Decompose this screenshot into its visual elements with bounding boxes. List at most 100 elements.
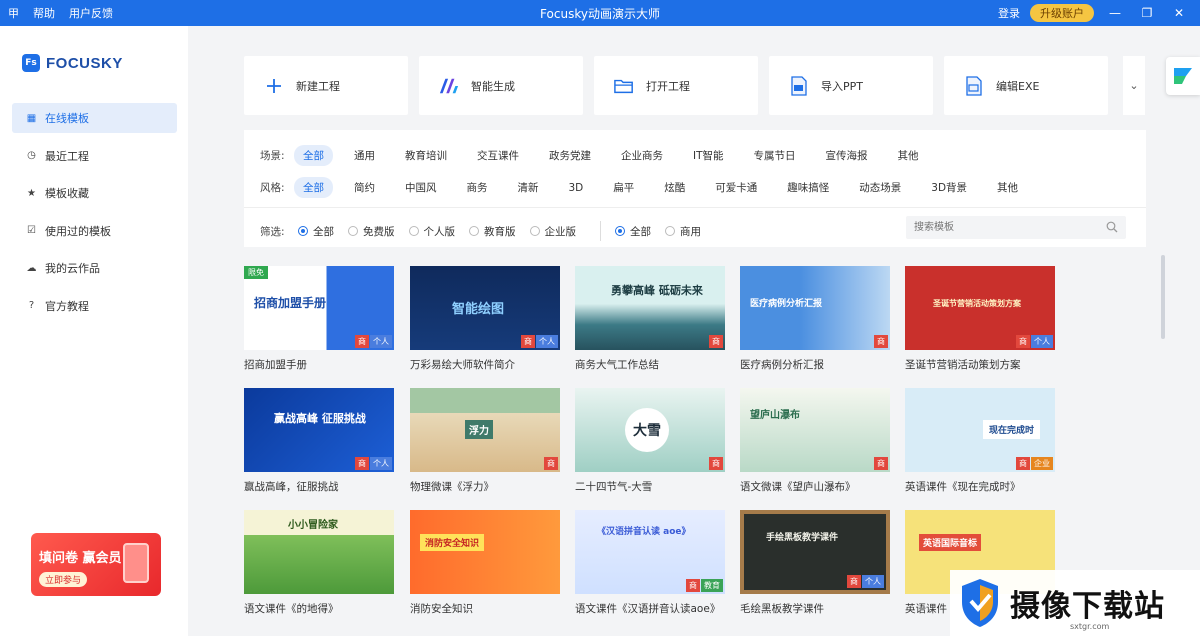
- template-thumbnail[interactable]: 现在完成时 商企业: [905, 388, 1055, 472]
- promo-cta-button[interactable]: 立即参与: [39, 572, 88, 587]
- scene-chip-poster[interactable]: 宣传海报: [817, 145, 877, 166]
- template-card[interactable]: 手绘黑板教学课件 商个人 毛绘黑板教学课件: [740, 510, 890, 616]
- style-chip-3d-bg[interactable]: 3D背景: [922, 177, 976, 198]
- vertical-scrollbar[interactable]: [1161, 255, 1165, 339]
- commercial-badge: 商: [847, 575, 861, 588]
- style-chip-3d[interactable]: 3D: [560, 179, 593, 197]
- badge-group: 商教育: [686, 579, 723, 592]
- sidebar-item-used-templates[interactable]: ☑ 使用过的模板: [12, 216, 177, 246]
- radio-checked-icon: [615, 226, 625, 236]
- template-thumbnail[interactable]: 圣诞节营销活动策划方案 商个人: [905, 266, 1055, 350]
- thumbnail-title: 消防安全知识: [420, 534, 485, 551]
- edition-radio-personal[interactable]: 个人版: [408, 224, 455, 239]
- style-chip-chinese[interactable]: 中国风: [396, 177, 446, 198]
- login-link[interactable]: 登录: [998, 5, 1020, 21]
- template-thumbnail[interactable]: 勇攀高峰 砥砺未来 商: [575, 266, 725, 350]
- template-thumbnail[interactable]: 手绘黑板教学课件 商个人: [740, 510, 890, 594]
- badge-group: 商个人: [847, 575, 884, 588]
- radio-label: 免费版: [363, 225, 395, 238]
- help-menu[interactable]: 帮助: [33, 5, 55, 21]
- scene-chip-all[interactable]: 全部: [294, 145, 333, 166]
- import-ppt-button[interactable]: 导入PPT: [769, 56, 933, 115]
- scene-chip-education[interactable]: 教育培训: [396, 145, 456, 166]
- template-card[interactable]: 《汉语拼音认读 aoe》 商教育 语文课件《汉语拼音认读aoe》: [575, 510, 725, 616]
- badge-group: 商: [544, 457, 558, 470]
- style-chip-cartoon[interactable]: 可爱卡通: [706, 177, 766, 198]
- survey-promo-banner[interactable]: 填问卷 赢会员 立即参与: [31, 533, 161, 596]
- search-input[interactable]: [906, 216, 1126, 239]
- template-caption: 二十四节气-大雪: [575, 481, 653, 493]
- scene-chip-other[interactable]: 其他: [889, 145, 928, 166]
- template-caption: 商务大气工作总结: [575, 359, 659, 371]
- thumbnail-title: 大雪: [625, 408, 669, 452]
- search-icon[interactable]: [1106, 221, 1118, 233]
- close-icon[interactable]: ✕: [1168, 6, 1190, 20]
- template-thumbnail[interactable]: 大雪 商: [575, 388, 725, 472]
- template-card[interactable]: 勇攀高峰 砥砺未来 商 商务大气工作总结: [575, 266, 725, 372]
- template-thumbnail[interactable]: 浮力 商: [410, 388, 560, 472]
- feedback-menu[interactable]: 用户反馈: [69, 5, 113, 21]
- style-chip-funny[interactable]: 趣味搞怪: [778, 177, 838, 198]
- template-thumbnail[interactable]: 消防安全知识: [410, 510, 560, 594]
- minimize-icon[interactable]: —: [1104, 6, 1126, 20]
- template-thumbnail[interactable]: 望庐山瀑布 商: [740, 388, 890, 472]
- template-thumbnail[interactable]: 医疗病例分析汇报 商: [740, 266, 890, 350]
- template-card[interactable]: 现在完成时 商企业 英语课件《现在完成时》: [905, 388, 1055, 494]
- template-card[interactable]: 消防安全知识 消防安全知识: [410, 510, 560, 616]
- upgrade-button[interactable]: 升级账户: [1030, 4, 1094, 22]
- sidebar-item-tutorials[interactable]: ? 官方教程: [12, 291, 177, 321]
- style-chip-cool[interactable]: 炫酷: [655, 177, 694, 198]
- sidebar-item-recent-projects[interactable]: ◷ 最近工程: [12, 141, 177, 171]
- edition-radio-enterprise[interactable]: 企业版: [529, 224, 576, 239]
- side-float-button[interactable]: [1166, 57, 1200, 95]
- edit-exe-button[interactable]: 编辑EXE: [944, 56, 1108, 115]
- template-caption: 招商加盟手册: [244, 359, 307, 371]
- scene-chip-general[interactable]: 通用: [345, 145, 384, 166]
- ai-generate-button[interactable]: 智能生成: [419, 56, 583, 115]
- edition-radio-all[interactable]: 全部: [298, 224, 334, 239]
- scene-chip-government[interactable]: 政务党建: [540, 145, 600, 166]
- restore-icon[interactable]: ❐: [1136, 6, 1158, 20]
- template-thumbnail[interactable]: 智能绘图 商个人: [410, 266, 560, 350]
- sidebar-item-online-templates[interactable]: ▦ 在线模板: [12, 103, 177, 133]
- scene-chip-interactive[interactable]: 交互课件: [468, 145, 528, 166]
- template-card[interactable]: 小小冒险家 语文课件《的地得》: [244, 510, 394, 616]
- radio-icon: [408, 226, 419, 236]
- template-thumbnail[interactable]: 小小冒险家: [244, 510, 394, 594]
- template-thumbnail[interactable]: 《汉语拼音认读 aoe》 商教育: [575, 510, 725, 594]
- style-chip-flat[interactable]: 扁平: [604, 177, 643, 198]
- template-card[interactable]: 医疗病例分析汇报 商 医疗病例分析汇报: [740, 266, 890, 372]
- scene-chip-it[interactable]: IT智能: [684, 145, 733, 166]
- sidebar-item-favorites[interactable]: ★ 模板收藏: [12, 178, 177, 208]
- app-menu-icon[interactable]: 甲: [8, 5, 19, 21]
- style-chip-other[interactable]: 其他: [988, 177, 1027, 198]
- style-chip-business[interactable]: 商务: [458, 177, 497, 198]
- star-icon: ★: [27, 187, 36, 199]
- commercial-badge: 商: [1016, 335, 1030, 348]
- template-card[interactable]: 浮力 商 物理微课《浮力》: [410, 388, 560, 494]
- usage-radio-all[interactable]: 全部: [615, 224, 651, 239]
- sidebar-item-cloud-works[interactable]: ☁ 我的云作品: [12, 253, 177, 283]
- style-chip-simple[interactable]: 简约: [345, 177, 384, 198]
- style-chip-fresh[interactable]: 清新: [509, 177, 548, 198]
- edition-radio-free[interactable]: 免费版: [348, 224, 395, 239]
- template-card[interactable]: 智能绘图 商个人 万彩易绘大师软件简介: [410, 266, 560, 372]
- style-chip-all[interactable]: 全部: [294, 177, 333, 198]
- template-thumbnail[interactable]: 限免 招商加盟手册 商个人: [244, 266, 394, 350]
- style-chip-dynamic[interactable]: 动态场景: [850, 177, 910, 198]
- chevron-down-icon[interactable]: ⌄: [1123, 56, 1145, 115]
- open-project-button[interactable]: 打开工程: [594, 56, 758, 115]
- usage-radio-commercial[interactable]: 商用: [665, 224, 701, 239]
- template-card[interactable]: 望庐山瀑布 商 语文微课《望庐山瀑布》: [740, 388, 890, 494]
- new-project-button[interactable]: 新建工程: [244, 56, 408, 115]
- template-card[interactable]: 赢战高峰 征服挑战 商个人 赢战高峰，征服挑战: [244, 388, 394, 494]
- template-card[interactable]: 圣诞节营销活动策划方案 商个人 圣诞节营销活动策划方案: [905, 266, 1055, 372]
- edition-radio-education[interactable]: 教育版: [469, 224, 516, 239]
- template-card[interactable]: 大雪 商 二十四节气-大雪: [575, 388, 725, 494]
- action-label: 编辑EXE: [996, 79, 1040, 93]
- scene-chip-business[interactable]: 企业商务: [612, 145, 672, 166]
- template-card[interactable]: 限免 招商加盟手册 商个人 招商加盟手册: [244, 266, 394, 372]
- scene-chip-holiday[interactable]: 专属节日: [745, 145, 805, 166]
- template-thumbnail[interactable]: 赢战高峰 征服挑战 商个人: [244, 388, 394, 472]
- thumbnail-title: 招商加盟手册: [254, 296, 327, 310]
